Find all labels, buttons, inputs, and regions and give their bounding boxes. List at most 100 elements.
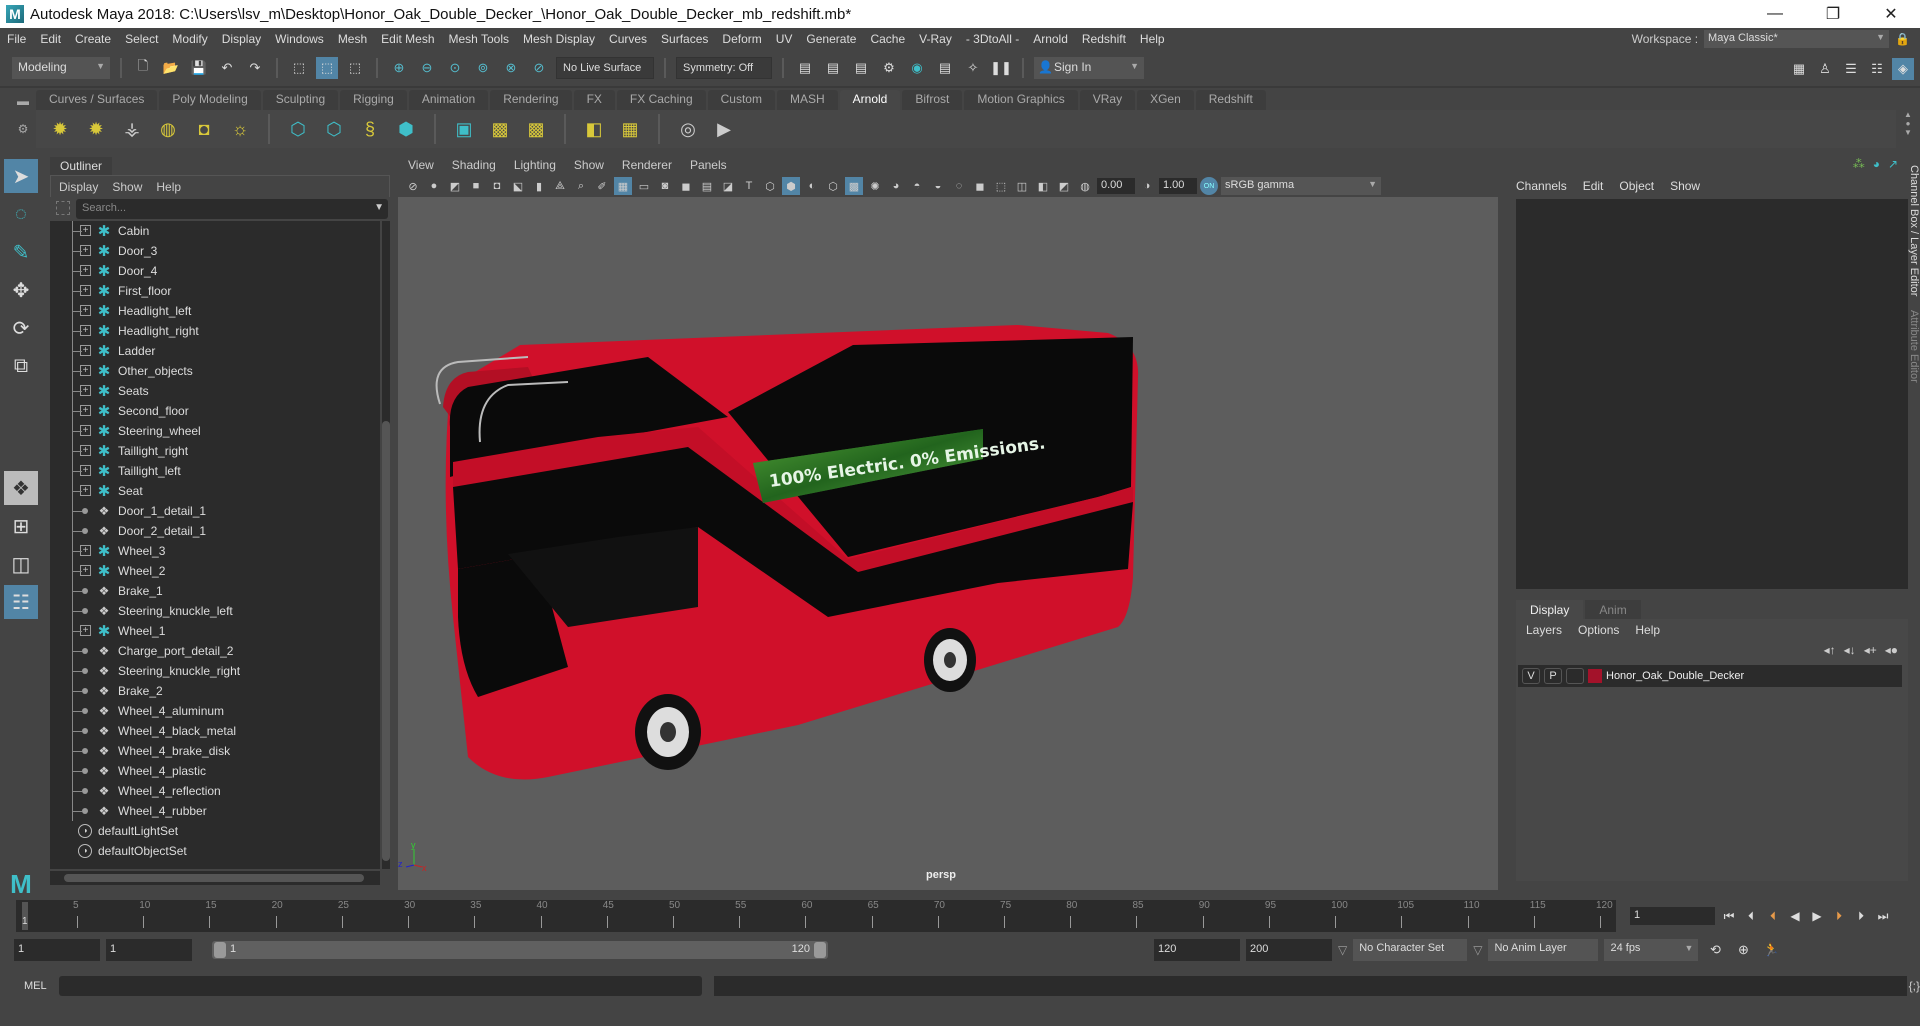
hypershade-icon[interactable]: ◉ xyxy=(906,57,928,79)
shelf-menu-icon[interactable]: ▬ xyxy=(17,94,29,108)
image-plane-icon[interactable]: ⟁ xyxy=(551,177,569,195)
expand-icon[interactable]: + xyxy=(80,325,91,336)
menu-mesh-tools[interactable]: Mesh Tools xyxy=(442,32,516,46)
shelf-tab-animation[interactable]: Animation xyxy=(408,90,489,110)
camera-attributes-icon[interactable]: ● xyxy=(425,177,443,195)
expand-icon[interactable]: + xyxy=(80,485,91,496)
new-scene-icon[interactable]: 🗋 xyxy=(132,57,154,79)
screen-space-ao-icon[interactable]: ◓ xyxy=(908,177,926,195)
sign-in-dropdown[interactable]: 👤 Sign In xyxy=(1034,57,1144,79)
layer-color-swatch[interactable] xyxy=(1588,669,1602,683)
shelf-tab-motion-graphics[interactable]: Motion Graphics xyxy=(964,90,1078,110)
bus-model[interactable]: 100% Electric. 0% Emissions. xyxy=(435,325,1139,780)
outliner-item[interactable]: ❖ Wheel_4_rubber xyxy=(50,801,380,821)
shelf-tab-mash[interactable]: MASH xyxy=(776,90,838,110)
layer-display-type-toggle[interactable] xyxy=(1566,668,1584,684)
outliner-item[interactable]: + ✱ Wheel_2 xyxy=(50,561,380,581)
gate-mask-icon[interactable]: ◼ xyxy=(677,177,695,195)
outliner-item[interactable]: ❖ Steering_knuckle_left xyxy=(50,601,380,621)
menu-deform[interactable]: Deform xyxy=(715,32,768,46)
menu-windows[interactable]: Windows xyxy=(268,32,331,46)
menu-mesh-display[interactable]: Mesh Display xyxy=(516,32,602,46)
photometric-light-icon[interactable]: ⚶ xyxy=(118,115,146,143)
shelf-tab-custom[interactable]: Custom xyxy=(707,90,775,110)
channel-box-menu-show[interactable]: Show xyxy=(1670,179,1700,193)
outliner-item[interactable]: + ✱ Door_4 xyxy=(50,261,380,281)
go-to-start-icon[interactable]: ⏮ xyxy=(1721,909,1737,924)
isolate-select-icon[interactable]: ⬚ xyxy=(992,177,1010,195)
select-component-icon[interactable]: ⬚ xyxy=(344,57,366,79)
open-scene-icon[interactable]: 📂 xyxy=(160,57,182,79)
close-button[interactable]: ✕ xyxy=(1862,0,1920,28)
outliner-item[interactable]: + ✱ Seats xyxy=(50,381,380,401)
single-pane-layout-icon[interactable]: ❖ xyxy=(4,471,38,505)
channel-box-speed-icon[interactable]: ◕ xyxy=(1873,157,1880,171)
outliner-menu-help[interactable]: Help xyxy=(156,180,181,194)
menu-curves[interactable]: Curves xyxy=(602,32,654,46)
xray-components-icon[interactable]: ◩ xyxy=(1055,177,1073,195)
step-back-frame-icon[interactable]: ⏴ xyxy=(1743,909,1759,924)
channel-box-toggle-icon[interactable]: ◈ xyxy=(1892,58,1914,80)
select-hierarchy-icon[interactable]: ⬚ xyxy=(288,57,310,79)
two-pane-layout-icon[interactable]: ◫ xyxy=(4,547,38,581)
exposure-field[interactable]: 0.00 xyxy=(1097,178,1135,194)
expand-icon[interactable]: + xyxy=(80,425,91,436)
anti-aliasing-icon[interactable]: ◌ xyxy=(950,177,968,195)
snap-live-icon[interactable]: ⊘ xyxy=(528,57,550,79)
grid-icon[interactable]: ▦ xyxy=(614,177,632,195)
menu-edit-mesh[interactable]: Edit Mesh xyxy=(374,32,441,46)
export-standin-icon[interactable]: ⬡ xyxy=(320,115,348,143)
film-gate-toggle-icon[interactable]: ▭ xyxy=(635,177,653,195)
range-start-handle[interactable] xyxy=(214,942,226,958)
outliner-layout-icon[interactable]: ☷ xyxy=(4,585,38,619)
menu-create[interactable]: Create xyxy=(68,32,118,46)
viewport-menu-panels[interactable]: Panels xyxy=(690,158,727,172)
view-transform-dropdown[interactable]: sRGB gamma xyxy=(1221,177,1381,195)
outliner-item[interactable]: + ✱ Door_3 xyxy=(50,241,380,261)
outliner-item[interactable]: ❖ Door_2_detail_1 xyxy=(50,521,380,541)
restore-button[interactable]: ❐ xyxy=(1804,0,1862,28)
new-layer-selected-icon[interactable]: ◂● xyxy=(1885,643,1898,657)
snap-surface-icon[interactable]: ⊗ xyxy=(500,57,522,79)
outliner-item[interactable]: + ✱ Second_floor xyxy=(50,401,380,421)
play-backwards-icon[interactable]: ◀ xyxy=(1787,909,1803,923)
channel-box-menu-object[interactable]: Object xyxy=(1619,179,1654,193)
render-view-icon[interactable]: ▤ xyxy=(794,57,816,79)
command-input[interactable] xyxy=(58,976,702,996)
fps-dropdown[interactable]: 24 fps xyxy=(1604,939,1699,961)
volume-icon[interactable]: ⬢ xyxy=(392,115,420,143)
shelf-tab-arnold[interactable]: Arnold xyxy=(839,90,901,110)
shelf-tab-redshift[interactable]: Redshift xyxy=(1195,90,1266,110)
expand-icon[interactable]: + xyxy=(80,265,91,276)
grease-pencil-icon[interactable]: ✐ xyxy=(593,177,611,195)
loop-icon[interactable]: ⟲ xyxy=(1704,939,1726,961)
lock-camera-icon[interactable]: ■ xyxy=(467,177,485,195)
physical-sky-icon[interactable]: ☼ xyxy=(226,115,254,143)
expand-icon[interactable]: + xyxy=(80,445,91,456)
current-frame-field[interactable]: 1 xyxy=(1630,907,1715,925)
smooth-shade-icon[interactable]: ⬢ xyxy=(782,177,800,195)
move-tool-icon[interactable]: ✥ xyxy=(4,273,38,307)
default-material-icon[interactable]: ◐ xyxy=(803,177,821,195)
create-standin-icon[interactable]: ⬡ xyxy=(284,115,312,143)
field-chart-icon[interactable]: ▤ xyxy=(698,177,716,195)
select-object-icon[interactable]: ⬚ xyxy=(316,57,338,79)
menu-file[interactable]: File xyxy=(0,32,33,46)
expand-icon[interactable]: + xyxy=(80,285,91,296)
expand-icon[interactable]: + xyxy=(80,385,91,396)
color-management-toggle[interactable]: ON xyxy=(1200,177,1218,195)
minimize-button[interactable]: — xyxy=(1746,0,1804,28)
animation-start-field[interactable]: 1 xyxy=(14,939,100,961)
shelf-tab-fx-caching[interactable]: FX Caching xyxy=(616,90,706,110)
safe-action-icon[interactable]: ◪ xyxy=(719,177,737,195)
outliner-item[interactable]: ❖ Door_1_detail_1 xyxy=(50,501,380,521)
outliner-item[interactable]: + ✱ Taillight_right xyxy=(50,441,380,461)
viewport-scene[interactable]: 100% Electric. 0% Emissions. y z x xyxy=(398,197,1498,890)
snap-grid-icon[interactable]: ⊕ xyxy=(388,57,410,79)
select-tool-icon[interactable]: ➤ xyxy=(4,159,38,193)
txmanager-icon[interactable]: ▩ xyxy=(486,115,514,143)
anim-layer-dropdown[interactable]: No Anim Layer xyxy=(1488,939,1599,961)
camera-icon[interactable]: ⬕ xyxy=(509,177,527,195)
animation-end-field[interactable]: 200 xyxy=(1246,939,1332,961)
area-light-icon[interactable]: ✹ xyxy=(46,115,74,143)
